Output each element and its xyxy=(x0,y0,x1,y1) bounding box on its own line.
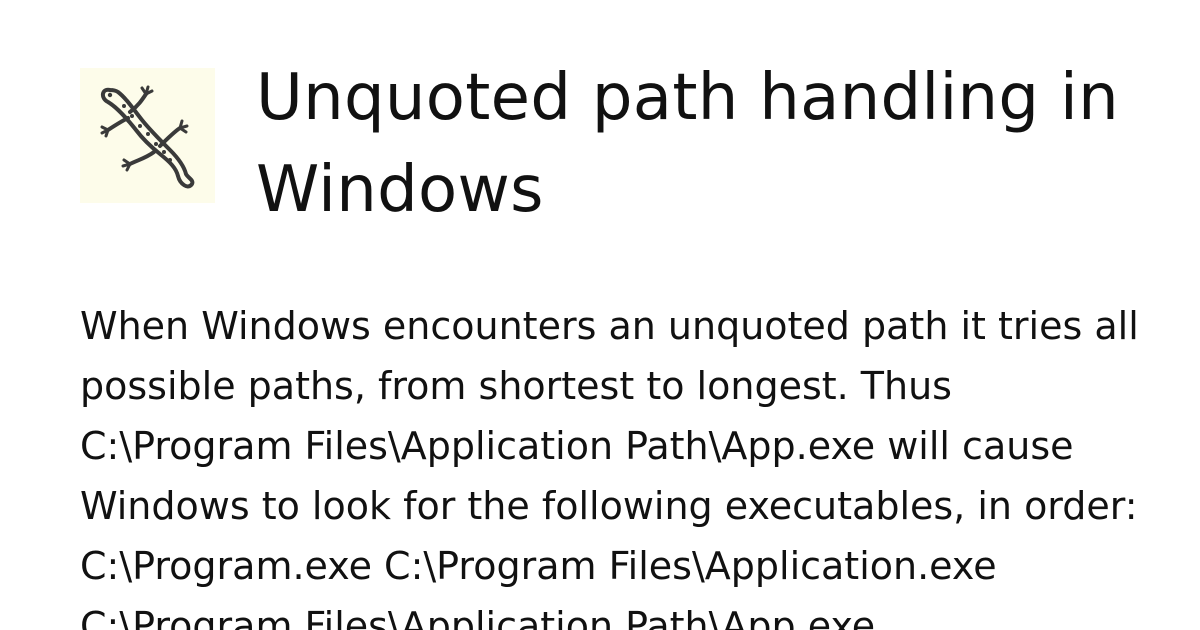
page-description: When Windows encounters an unquoted path… xyxy=(80,304,1139,630)
social-card: Unquoted path handling in Windows When W… xyxy=(0,0,1200,630)
lizard-icon xyxy=(100,85,195,189)
page-title: Unquoted path handling in Windows xyxy=(256,61,1119,227)
logo xyxy=(80,68,215,203)
